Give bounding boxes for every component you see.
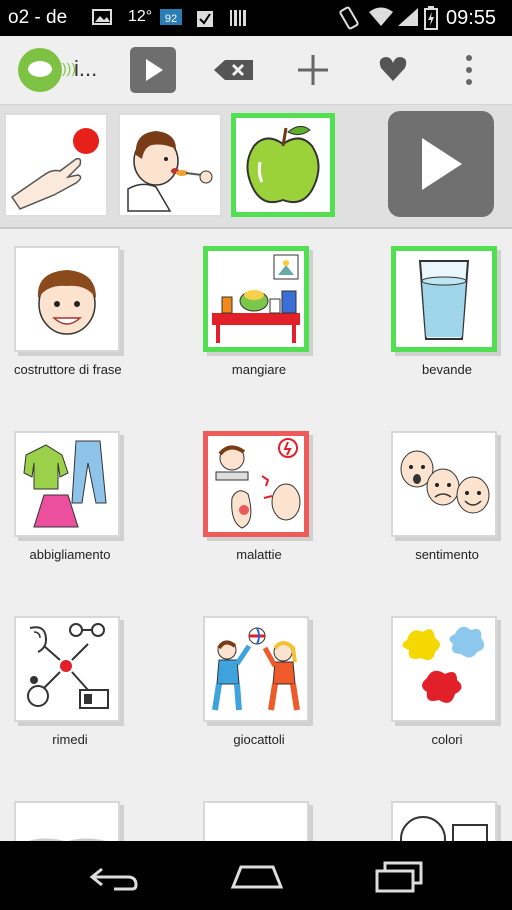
apple-pictogram-icon <box>246 126 320 204</box>
category-label: bevande <box>422 362 472 377</box>
play-icon <box>146 59 163 81</box>
category-label: giocattoli <box>233 732 285 747</box>
app-logo-icon[interactable]: ))) <box>18 48 76 92</box>
feelings-faces-pictogram-icon <box>400 450 490 514</box>
category-card[interactable] <box>14 246 120 352</box>
category-label: sentimento <box>415 547 479 562</box>
category-grid: costruttore di frase mangiare bevande ab… <box>0 229 512 841</box>
clothes-pictogram-icon <box>23 440 107 528</box>
boy-face-pictogram-icon <box>37 270 96 335</box>
sentence-card-give[interactable] <box>4 113 108 217</box>
action-bar: ))) i... <box>0 36 512 105</box>
category-label: costruttore di frase <box>14 362 122 377</box>
category-label: rimedi <box>52 732 88 747</box>
svg-text:92: 92 <box>165 13 177 25</box>
category-card[interactable] <box>391 431 497 537</box>
category-card[interactable] <box>203 616 309 722</box>
wifi-icon <box>368 6 394 28</box>
carrier-name: o2 - de <box>8 7 68 28</box>
illness-pictogram-icon <box>215 438 301 529</box>
backspace-icon[interactable] <box>213 58 255 82</box>
category-label: malattie <box>236 547 282 562</box>
signal-icon <box>396 6 420 28</box>
play-icon <box>422 138 462 190</box>
system-navigation-bar <box>0 841 512 910</box>
give-ball-pictogram-icon <box>10 128 99 210</box>
category-label: colori <box>431 732 463 747</box>
remedies-pictogram-icon <box>27 623 109 709</box>
clock: 09:55 <box>446 7 497 29</box>
category-card[interactable] <box>14 616 120 722</box>
category-card[interactable] <box>391 246 497 352</box>
clipboard-check-icon <box>195 8 215 28</box>
toys-pictogram-icon <box>212 627 300 711</box>
category-card[interactable] <box>203 801 309 841</box>
category-card[interactable] <box>391 801 497 841</box>
colors-splash-pictogram-icon <box>402 626 485 703</box>
sentence-strip <box>0 105 512 229</box>
add-icon[interactable] <box>296 53 330 87</box>
shapes-pictogram-icon <box>400 816 488 841</box>
speech-bubble-icon <box>28 61 52 77</box>
temperature: 12° <box>128 8 153 25</box>
overflow-menu-icon[interactable] <box>464 54 474 86</box>
sentence-card-apple[interactable] <box>231 113 335 217</box>
image-icon <box>92 8 112 26</box>
food-table-pictogram-icon <box>212 254 300 343</box>
back-icon[interactable] <box>88 863 140 891</box>
vibrate-icon <box>338 6 360 30</box>
category-label: abbigliamento <box>29 547 111 562</box>
sentence-card-eat[interactable] <box>118 113 222 217</box>
category-card[interactable] <box>203 431 309 537</box>
speak-sentence-button[interactable] <box>388 111 494 217</box>
category-card[interactable] <box>14 431 120 537</box>
recent-apps-icon[interactable] <box>375 861 425 893</box>
status-bar: o2 - de 12° 92 09:55 <box>0 0 512 36</box>
category-card[interactable] <box>203 246 309 352</box>
category-label: mangiare <box>231 362 287 377</box>
glass-of-water-pictogram-icon <box>418 260 470 340</box>
category-card[interactable] <box>14 801 120 841</box>
notification-badge-icon: 92 <box>160 7 182 27</box>
eat-pictogram-icon <box>127 131 213 212</box>
app-title: i... <box>74 56 98 81</box>
barcode-icon <box>228 8 248 28</box>
category-card[interactable] <box>391 616 497 722</box>
home-icon[interactable] <box>229 863 285 891</box>
numbers-pictogram-icon <box>27 838 107 841</box>
battery-icon <box>424 6 438 30</box>
heart-icon[interactable] <box>379 56 407 82</box>
speak-button[interactable] <box>130 47 176 93</box>
